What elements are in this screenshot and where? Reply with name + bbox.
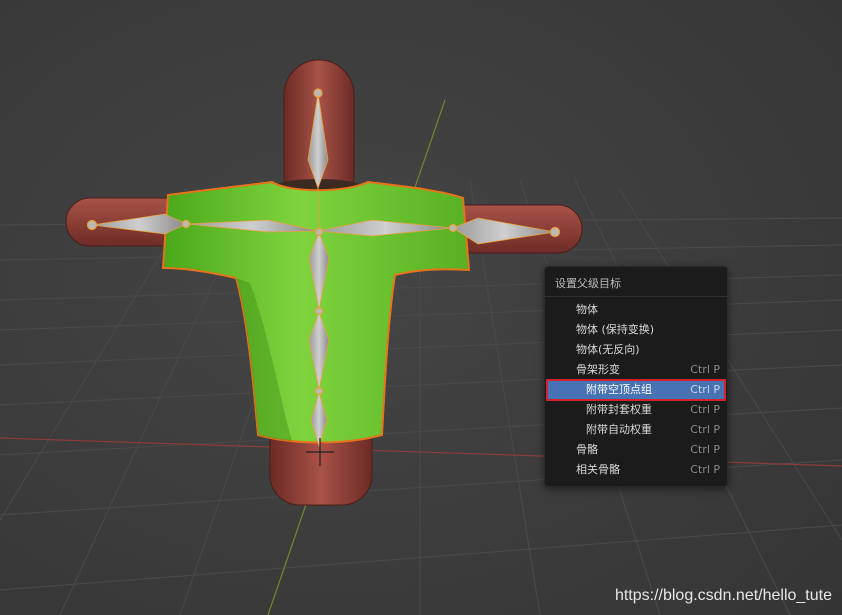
menu-item-armature-deform[interactable]: 骨架形变 Ctrl P — [547, 360, 725, 380]
menu-item-object-keep-transform[interactable]: 物体 (保持变换) — [547, 320, 725, 340]
menu-item-label: 附带自动权重 — [586, 423, 652, 436]
watermark-text: https://blog.csdn.net/hello_tute — [614, 587, 832, 604]
menu-title: 设置父级目标 — [555, 277, 621, 290]
menu-item-label: 物体(无反向) — [576, 343, 640, 356]
menu-item-object[interactable]: 物体 — [547, 300, 725, 320]
menu-item-label: 附带封套权重 — [586, 403, 652, 416]
menu-item-label: 附带空顶点组 — [586, 383, 652, 396]
menu-item-with-automatic-weights[interactable]: 附带自动权重 Ctrl P — [547, 420, 725, 440]
menu-item-shortcut: Ctrl P — [690, 403, 720, 416]
menu-item-object-no-inverse[interactable]: 物体(无反向) — [547, 340, 725, 360]
menu-item-bone-relative[interactable]: 相关骨骼 Ctrl P — [547, 460, 725, 480]
menu-item-with-empty-groups[interactable]: 附带空顶点组 Ctrl P — [546, 379, 726, 401]
menu-item-label: 骨架形变 — [576, 363, 620, 376]
menu-item-shortcut: Ctrl P — [690, 423, 720, 436]
menu-item-bone[interactable]: 骨骼 Ctrl P — [547, 440, 725, 460]
menu-item-shortcut: Ctrl P — [690, 383, 720, 396]
menu-item-label: 物体 — [576, 303, 598, 316]
menu-item-shortcut: Ctrl P — [690, 443, 720, 456]
menu-item-label: 物体 (保持变换) — [576, 323, 655, 336]
menu-item-with-envelope-weights[interactable]: 附带封套权重 Ctrl P — [547, 400, 725, 420]
menu-item-shortcut: Ctrl P — [690, 363, 720, 376]
menu-separator — [545, 296, 727, 297]
menu-item-shortcut: Ctrl P — [690, 463, 720, 476]
menu-item-label: 骨骼 — [576, 443, 598, 456]
menu-item-label: 相关骨骼 — [576, 463, 620, 476]
set-parent-menu[interactable]: 设置父级目标 物体 物体 (保持变换) 物体(无反向) 骨架形变 Ctrl P … — [544, 266, 728, 487]
